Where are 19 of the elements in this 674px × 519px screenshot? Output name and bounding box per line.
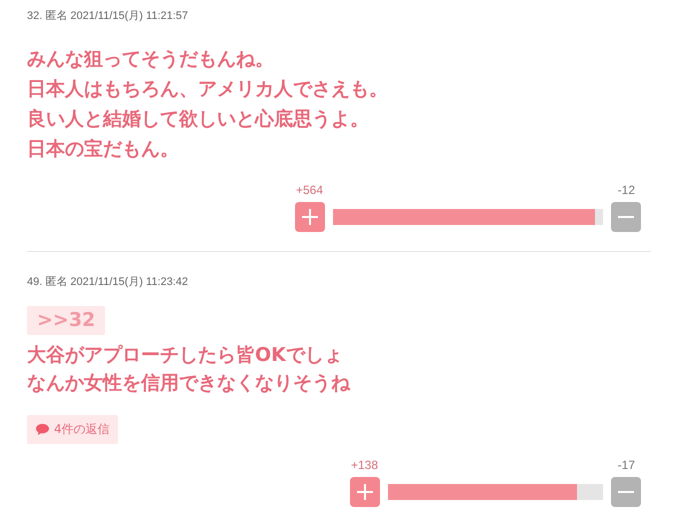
minus-button[interactable] bbox=[611, 477, 641, 507]
comment-text: 大谷がアプローチしたら皆OKでしょ bbox=[27, 343, 344, 368]
minus-count: -12 bbox=[618, 183, 635, 197]
minus-button[interactable] bbox=[611, 202, 641, 232]
comment-meta: 32. 匿名 2021/11/15(月) 11:21:57 bbox=[27, 9, 190, 24]
speech-bubble-icon bbox=[35, 423, 50, 436]
comment-meta: 49. 匿名 2021/11/15(月) 11:23:42 bbox=[27, 275, 190, 290]
minus-count: -17 bbox=[618, 458, 635, 472]
comment-text: 良い人と結婚して欲しいと心底思うよ。 bbox=[27, 107, 370, 132]
comment-text: みんな狙ってそうだもんね。 bbox=[27, 47, 275, 72]
comment-text: 日本の宝だもん。 bbox=[27, 137, 180, 162]
reply-anchor-link[interactable]: >>32 bbox=[27, 306, 106, 335]
plus-count: +138 bbox=[351, 458, 378, 472]
plus-button[interactable] bbox=[350, 477, 380, 507]
comment-text: なんか女性を信用できなくなりそうね bbox=[27, 371, 352, 396]
replies-button[interactable]: 4件の返信 bbox=[27, 415, 118, 444]
plus-button[interactable] bbox=[295, 202, 325, 232]
plus-count: +564 bbox=[296, 183, 324, 197]
comment-text: 日本人はもちろん、アメリカ人でさえも。 bbox=[27, 77, 389, 102]
